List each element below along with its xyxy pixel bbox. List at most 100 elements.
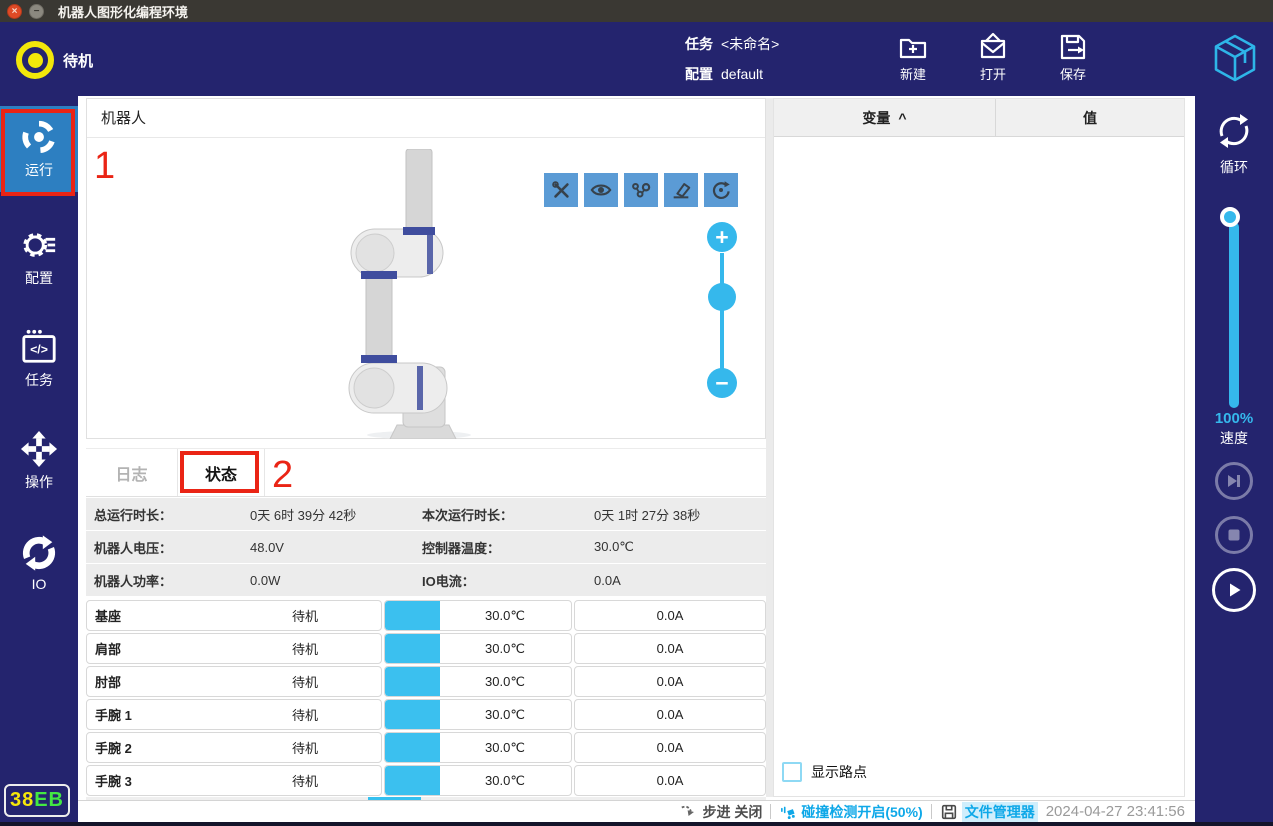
table-row: 肩部待机 30.0℃ 0.0A — [86, 633, 766, 664]
joint-current: 0.0A — [657, 707, 684, 722]
tools-button[interactable] — [544, 173, 578, 207]
robot-3d-view[interactable] — [331, 149, 481, 439]
speed-label: 速度 — [1195, 428, 1273, 448]
sidebar-item-io[interactable]: IO — [0, 524, 78, 602]
save-task-button[interactable]: 保存 — [1042, 31, 1104, 91]
joint-state: 待机 — [292, 738, 318, 757]
waypoint-path-icon — [630, 179, 652, 201]
joint-state: 待机 — [292, 606, 318, 625]
sidebar-item-task[interactable]: </> 任务 — [0, 320, 78, 398]
stop-icon — [1224, 525, 1244, 545]
zoom-slider-track[interactable] — [720, 253, 724, 372]
speed-slider-track[interactable] — [1229, 222, 1239, 408]
save-icon — [1057, 31, 1089, 63]
step-forward-button[interactable] — [1215, 462, 1253, 500]
loop-label: 循环 — [1220, 157, 1248, 177]
joint-current: 0.0A — [657, 608, 684, 623]
joint-temp: 30.0℃ — [440, 641, 570, 657]
joint-temp: 30.0℃ — [440, 773, 570, 789]
eye-icon — [590, 179, 612, 201]
show-waypoints-checkbox[interactable] — [782, 762, 802, 782]
play-button[interactable] — [1212, 568, 1256, 612]
file-manager-button[interactable]: 文件管理器 — [940, 802, 1038, 822]
robot-status-label: 待机 — [63, 50, 93, 71]
temp-level-indicator — [385, 766, 440, 795]
show-waypoints-label: 显示路点 — [811, 762, 867, 782]
tab-status[interactable]: 状态 — [178, 449, 265, 496]
new-task-button[interactable]: 新建 — [882, 31, 944, 91]
temp-level-indicator — [385, 634, 440, 663]
task-value: <未命名> — [721, 36, 779, 52]
speed-slider-handle[interactable] — [1220, 207, 1240, 227]
right-sidebar: 循环 100% 速度 — [1195, 96, 1273, 822]
sidebar-config-label: 配置 — [25, 268, 53, 288]
run-icon — [20, 118, 58, 156]
table-row: 手腕 1待机 30.0℃ 0.0A — [86, 699, 766, 730]
sidebar-item-run[interactable]: 运行 — [0, 106, 78, 192]
speed-percent: 100% — [1195, 410, 1273, 427]
new-folder-icon — [897, 31, 929, 63]
joint-name: 手腕 3 — [95, 771, 132, 790]
io-sync-icon — [20, 534, 58, 572]
joint-name: 手腕 1 — [95, 705, 132, 724]
joint-state: 待机 — [292, 672, 318, 691]
stop-button[interactable] — [1215, 516, 1253, 554]
statusbar-divider — [931, 804, 932, 819]
joint-name: 肘部 — [95, 672, 121, 691]
zoom-slider-handle[interactable] — [708, 283, 736, 311]
minimize-icon[interactable]: − — [29, 4, 44, 19]
show-waypoints-row: 显示路点 — [782, 762, 867, 782]
sidebar-item-config[interactable]: 配置 — [0, 218, 78, 296]
temp-level-indicator — [385, 733, 440, 762]
annotation-number-1: 1 — [94, 147, 115, 185]
step-mode-toggle[interactable]: 步进 关闭 — [680, 802, 762, 822]
sidebar-task-label: 任务 — [25, 370, 53, 390]
move-arrows-icon — [20, 430, 58, 468]
joint-current: 0.0A — [657, 674, 684, 689]
collision-icon — [779, 803, 797, 821]
robot-panel: 机器人 + − — [86, 98, 766, 439]
zoom-out-button[interactable]: − — [707, 368, 737, 398]
open-task-button[interactable]: 打开 — [962, 31, 1024, 91]
config-label: 配置 — [685, 66, 713, 82]
runtime-info-table: 总运行时长：0天 6时 39分 42秒 本次运行时长：0天 1时 27分 38秒… — [86, 498, 766, 597]
status-bar: 步进 关闭 碰撞检测开启(50%) 文件管理器 2024-04-27 23:41… — [78, 800, 1195, 822]
save-task-label: 保存 — [1060, 64, 1086, 83]
joint-state: 待机 — [292, 705, 318, 724]
eraser-icon — [670, 179, 692, 201]
robot-status-icon — [16, 41, 54, 79]
info-row: 总运行时长：0天 6时 39分 42秒 本次运行时长：0天 1时 27分 38秒 — [86, 498, 766, 530]
titlebar: × − 机器人图形化编程环境 — [0, 0, 1273, 22]
joint-temp: 30.0℃ — [440, 608, 570, 624]
sidebar-item-operate[interactable]: 操作 — [0, 422, 78, 500]
joint-state: 待机 — [292, 639, 318, 658]
window-title: 机器人图形化编程环境 — [58, 2, 188, 21]
joint-status-table: 基座待机 30.0℃ 0.0A 肩部待机 30.0℃ 0.0A 肘部待机 30.… — [86, 600, 766, 798]
erase-button[interactable] — [664, 173, 698, 207]
close-icon[interactable]: × — [7, 4, 22, 19]
file-manager-icon — [940, 803, 958, 821]
table-row: 肘部待机 30.0℃ 0.0A — [86, 666, 766, 697]
visibility-button[interactable] — [584, 173, 618, 207]
collision-detection-label: 碰撞检测开启(50%) — [801, 802, 922, 822]
status-code-badge: 38EB — [4, 784, 70, 817]
variable-column-header[interactable]: 变量 ^ — [774, 99, 996, 137]
reset-view-button[interactable] — [704, 173, 738, 207]
value-column-header[interactable]: 值 — [996, 99, 1184, 137]
path-button[interactable] — [624, 173, 658, 207]
robot-panel-title: 机器人 — [87, 99, 765, 138]
tab-log[interactable]: 日志 — [86, 449, 178, 496]
panel-divider — [766, 98, 773, 797]
loop-button[interactable]: 循环 — [1195, 110, 1273, 177]
play-icon — [1224, 580, 1244, 600]
temp-level-indicator — [385, 667, 440, 696]
datetime-display: 2024-04-27 23:41:56 — [1046, 803, 1185, 820]
sort-caret-icon: ^ — [898, 110, 906, 126]
collision-detection-toggle[interactable]: 碰撞检测开启(50%) — [779, 802, 922, 822]
left-sidebar: 运行 配置 </> 任务 操作 IO 38EB — [0, 96, 78, 822]
zoom-in-button[interactable]: + — [707, 222, 737, 252]
config-value: default — [721, 66, 763, 82]
gear-icon — [20, 226, 58, 264]
joint-name: 肩部 — [95, 639, 121, 658]
step-mode-icon — [680, 803, 698, 821]
